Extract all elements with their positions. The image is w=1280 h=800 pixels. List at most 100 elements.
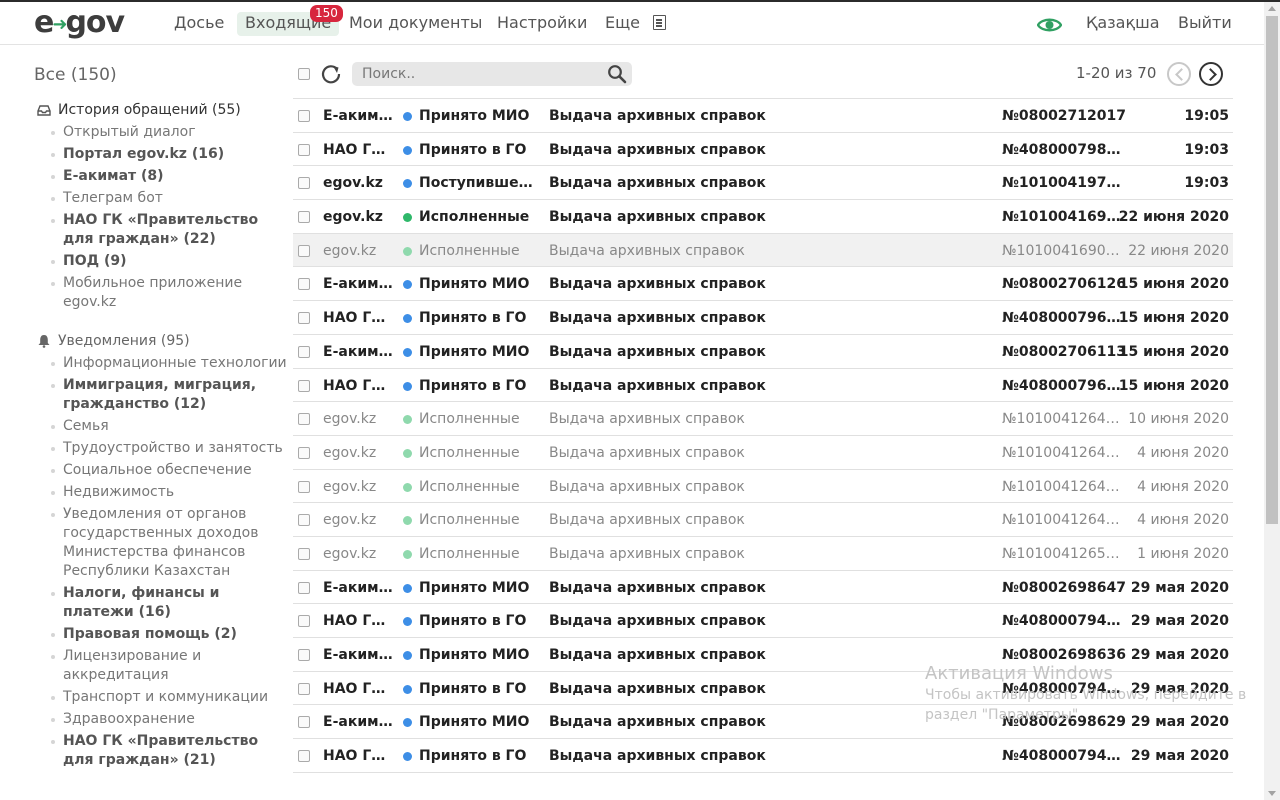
row-checkbox[interactable]: [298, 682, 310, 695]
sidebar-item[interactable]: Телеграм бот: [34, 189, 289, 208]
message-number: №10100412646374: [1002, 478, 1127, 495]
sidebar-section-notifications[interactable]: Уведомления (95): [34, 331, 289, 351]
sidebar-item[interactable]: НАО ГК «Правительство для граждан» (21): [34, 732, 289, 770]
row-checkbox[interactable]: [298, 446, 310, 459]
sidebar-item[interactable]: Здравоохранение: [34, 710, 289, 729]
refresh-icon[interactable]: [320, 63, 342, 85]
message-row[interactable]: egov.kz Поступившее в ГО Выдача архивных с…: [293, 166, 1233, 201]
message-row[interactable]: egov.kz Исполненные Выдача архивных справо…: [293, 537, 1233, 571]
message-row[interactable]: НАО ГК «Правительство для граждан» Принят…: [293, 739, 1233, 773]
sidebar-item[interactable]: ПОД (9): [34, 252, 289, 271]
logout-link[interactable]: Выйти: [1178, 12, 1232, 36]
message-source: egov.kz: [323, 175, 383, 192]
search-input[interactable]: [362, 64, 602, 84]
sidebar-item[interactable]: Портал egov.kz (16): [34, 145, 289, 164]
document-icon[interactable]: [653, 15, 666, 30]
message-source: НАО ГК «Правительство для граждан»: [323, 310, 393, 327]
message-status: Принято в ГО: [419, 310, 527, 327]
scroll-up-arrow-icon[interactable]: [1268, 6, 1276, 11]
nav-settings[interactable]: Настройки: [497, 12, 587, 36]
row-checkbox[interactable]: [298, 547, 310, 560]
message-subject: Выдача архивных справок: [549, 108, 766, 124]
message-row[interactable]: egov.kz Исполненные Выдача архивных справо…: [293, 470, 1233, 504]
row-checkbox[interactable]: [298, 278, 310, 291]
egov-logo[interactable]: e➜gov: [34, 5, 125, 40]
message-row[interactable]: НАО ГК «Правительство для граждан» Принят…: [293, 369, 1233, 403]
message-row[interactable]: Е-акимат Принято МИО Выдача архивных справ…: [293, 267, 1233, 302]
message-row[interactable]: НАО ГК «Правительство для граждан» Принят…: [293, 301, 1233, 335]
sidebar-item[interactable]: Е-акимат (8): [34, 167, 289, 186]
row-checkbox[interactable]: [298, 345, 310, 358]
status-dot-icon: [403, 381, 412, 391]
message-date: 29 мая 2020: [1130, 748, 1229, 765]
sidebar-item[interactable]: Налоги, финансы и платежи (16): [34, 584, 289, 622]
message-subject: Выдача архивных справок: [549, 310, 766, 327]
sidebar-item[interactable]: Информационные технологии: [34, 354, 289, 373]
next-page-icon[interactable]: [1199, 62, 1223, 86]
row-checkbox[interactable]: [298, 379, 310, 392]
sidebar-section-history[interactable]: История обращений (55): [34, 100, 289, 120]
message-row[interactable]: egov.kz Исполненные Выдача архивных справо…: [293, 200, 1233, 234]
eye-icon[interactable]: [1037, 17, 1062, 33]
page-scrollbar[interactable]: [1264, 2, 1280, 800]
sidebar-item[interactable]: Недвижимость: [34, 483, 289, 502]
row-checkbox[interactable]: [298, 177, 310, 190]
select-all-checkbox[interactable]: [298, 68, 310, 80]
message-number: №08002706113: [1002, 343, 1126, 360]
sidebar-item[interactable]: Открытый диалог: [34, 123, 289, 142]
message-subject: Выдача архивных справок: [549, 680, 766, 697]
message-row[interactable]: egov.kz Исполненные Выдача архивных справо…: [293, 503, 1233, 537]
scroll-down-arrow-icon[interactable]: [1268, 791, 1276, 796]
row-checkbox[interactable]: [298, 110, 310, 122]
sidebar-item[interactable]: Правовая помощь (2): [34, 625, 289, 644]
status-dot-icon: [403, 145, 412, 155]
row-checkbox[interactable]: [298, 750, 310, 763]
message-row[interactable]: Е-акимат Принято МИО Выдача архивных справ…: [293, 571, 1233, 605]
message-row[interactable]: egov.kz Исполненные Выдача архивных справо…: [293, 233, 1233, 268]
message-status: Исполненные: [419, 209, 530, 226]
sidebar-all[interactable]: Все (150): [34, 60, 289, 90]
nav-my-documents[interactable]: Мои документы: [349, 12, 482, 36]
row-checkbox[interactable]: [298, 143, 310, 156]
message-source: Е-акимат: [323, 108, 393, 124]
message-row[interactable]: НАО ГК «Правительство для граждан» Принят…: [293, 133, 1233, 167]
row-checkbox[interactable]: [298, 716, 310, 729]
row-checkbox[interactable]: [298, 413, 310, 426]
nav-dossier[interactable]: Досье: [174, 12, 224, 36]
message-row[interactable]: egov.kz Исполненные Выдача архивных справо…: [293, 402, 1233, 436]
sidebar-item[interactable]: Мобильное приложение egov.kz: [34, 274, 289, 312]
scroll-thumb[interactable]: [1266, 16, 1278, 524]
row-checkbox[interactable]: [298, 480, 310, 493]
message-source: Е-акимат: [323, 647, 393, 663]
row-checkbox[interactable]: [298, 244, 310, 257]
sidebar-item[interactable]: НАО ГК «Правительство для граждан» (22): [34, 211, 289, 249]
message-row[interactable]: Е-акимат Принято МИО Выдача архивных справ…: [293, 705, 1233, 740]
prev-page-icon[interactable]: [1167, 62, 1191, 86]
message-subject: Выдача архивных справок: [549, 545, 745, 562]
row-checkbox[interactable]: [298, 615, 310, 628]
sidebar-item[interactable]: Транспорт и коммуникации: [34, 688, 289, 707]
sidebar-item[interactable]: Иммиграция, миграция, гражданство (12): [34, 376, 289, 414]
message-row[interactable]: Е-акимат Принято МИО Выдача архивных справ…: [293, 99, 1233, 133]
search-icon[interactable]: [607, 64, 627, 84]
language-switch[interactable]: Қазақша: [1086, 12, 1160, 36]
message-date: 22 июня 2020: [1118, 209, 1229, 226]
sidebar-item[interactable]: Уведомления от органов государственных д…: [34, 505, 289, 581]
row-checkbox[interactable]: [298, 514, 310, 527]
row-checkbox[interactable]: [298, 649, 310, 661]
sidebar-item[interactable]: Лицензирование и аккредитация: [34, 647, 289, 685]
status-dot-icon: [403, 482, 412, 492]
row-checkbox[interactable]: [298, 211, 310, 224]
message-row[interactable]: Е-акимат Принято МИО Выдача архивных справ…: [293, 638, 1233, 672]
row-checkbox[interactable]: [298, 312, 310, 325]
row-checkbox[interactable]: [298, 581, 310, 594]
message-row[interactable]: НАО ГК «Правительство для граждан» Принят…: [293, 604, 1233, 638]
nav-more[interactable]: Еще: [605, 12, 640, 36]
sidebar-item[interactable]: Семья: [34, 417, 289, 436]
message-row[interactable]: egov.kz Исполненные Выдача архивных справо…: [293, 436, 1233, 470]
message-row[interactable]: Е-акимат Принято МИО Выдача архивных справ…: [293, 335, 1233, 369]
sidebar-item[interactable]: Трудоустройство и занятость: [34, 439, 289, 458]
message-list: Е-акимат Принято МИО Выдача архивных справ…: [293, 98, 1233, 773]
message-row[interactable]: НАО ГК «Правительство для граждан» Принят…: [293, 672, 1233, 706]
sidebar-item[interactable]: Социальное обеспечение: [34, 461, 289, 480]
